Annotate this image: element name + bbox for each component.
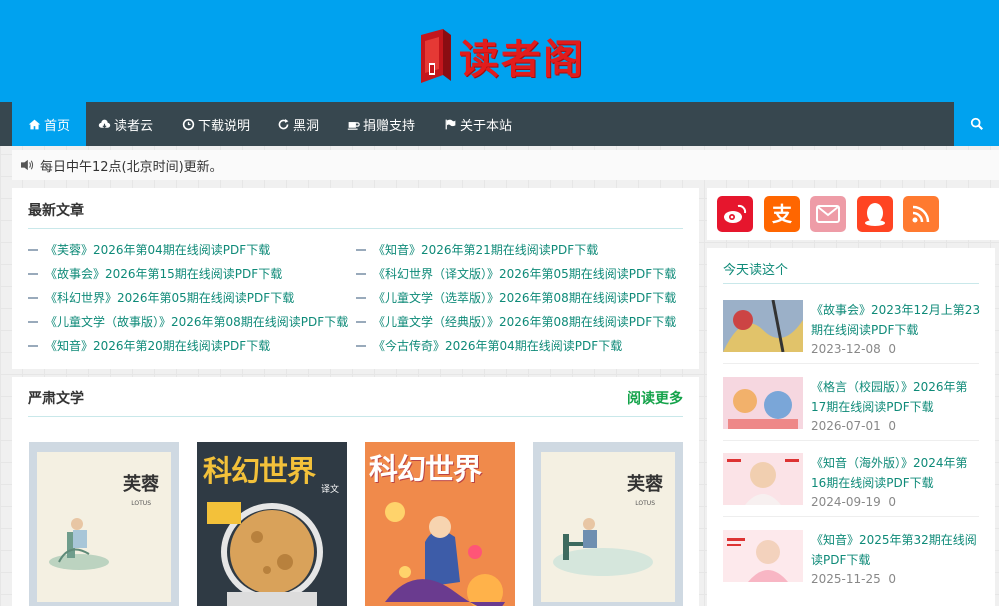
- qq-button[interactable]: [857, 196, 893, 232]
- article-link[interactable]: 《科幻世界（译文版）》2026年第05期在线阅读PDF下载: [356, 265, 676, 282]
- book-icon: [417, 29, 453, 83]
- notice-text: 每日中午12点(北京时间)更新。: [40, 159, 223, 175]
- nav-item-about[interactable]: 关于本站: [444, 102, 512, 146]
- divider: [723, 516, 979, 517]
- nav-item-label: 首页: [44, 118, 71, 134]
- article-link[interactable]: 《故事会》2026年第15期在线阅读PDF下载: [28, 265, 282, 282]
- article-link[interactable]: 《科幻世界》2026年第05期在线阅读PDF下载: [28, 289, 294, 306]
- weibo-icon: [724, 204, 747, 223]
- serious-literature-card: 严肃文学 阅读更多 芙蓉 LOTUS 科幻世界 译文 科幻世界 芙蓉 LOTUS: [12, 377, 699, 606]
- coffee-icon: [347, 121, 360, 130]
- qq-icon: [865, 203, 885, 226]
- nav-item-label: 黑洞: [293, 118, 320, 134]
- recommend-item[interactable]: 《故事会》2023年12月上第23期在线阅读PDF下载 2023-12-08 0: [723, 300, 981, 376]
- weibo-button[interactable]: [717, 196, 753, 232]
- alipay-button[interactable]: 支: [764, 196, 800, 232]
- home-icon: [28, 119, 41, 129]
- nav-item-donate[interactable]: 捐赠支持: [347, 102, 415, 146]
- recommend-thumbnail: [723, 377, 803, 429]
- nav-item-home[interactable]: 首页: [12, 102, 87, 146]
- article-link[interactable]: 《儿童文学（故事版）》2026年第08期在线阅读PDF下载: [28, 313, 348, 330]
- rss-icon: [912, 205, 930, 223]
- nav-item-label: 读者云: [114, 118, 154, 134]
- nav-item-cloud[interactable]: 读者云: [98, 102, 153, 146]
- divider: [28, 228, 683, 229]
- nav-item-label: 下载说明: [198, 118, 251, 134]
- recommend-meta: 2024-09-19 0: [811, 495, 897, 509]
- divider: [723, 283, 979, 284]
- recommend-thumbnail: [723, 300, 803, 352]
- cover-subtitle: LOTUS: [635, 500, 655, 507]
- alipay-icon: 支: [772, 202, 793, 226]
- today-read-card: 今天读这个 《故事会》2023年12月上第23期在线阅读PDF下载 2023-1…: [707, 248, 995, 606]
- today-read-title: 今天读这个: [723, 263, 789, 278]
- latest-articles-title: 最新文章: [28, 203, 84, 219]
- flag-icon: [445, 119, 456, 129]
- mail-icon: [816, 205, 840, 223]
- article-link[interactable]: 《知音》2026年第21期在线阅读PDF下载: [356, 241, 598, 258]
- clock-icon: [182, 118, 195, 130]
- search-icon: [970, 117, 983, 130]
- logo-text: 读者阁: [459, 36, 585, 83]
- article-link[interactable]: 《知音》2026年第20期在线阅读PDF下载: [28, 337, 270, 354]
- serious-literature-title: 严肃文学: [28, 391, 84, 407]
- recommend-meta: 2025-11-25 0: [811, 572, 897, 586]
- mail-button[interactable]: [810, 196, 846, 232]
- nav-item-label: 捐赠支持: [363, 118, 416, 134]
- article-link[interactable]: 《今古传奇》2026年第04期在线阅读PDF下载: [356, 337, 622, 354]
- speaker-icon: [21, 159, 34, 171]
- recommend-thumbnail: [723, 453, 803, 505]
- recommend-thumbnail: [723, 530, 803, 582]
- search-button[interactable]: [954, 102, 999, 146]
- divider: [28, 416, 683, 417]
- nav-item-blackhole[interactable]: 黑洞: [277, 102, 319, 146]
- recommend-item[interactable]: 《知音（海外版）》2024年第16期在线阅读PDF下载 2024-09-19 0: [723, 453, 979, 529]
- svg-text:支: 支: [772, 202, 793, 226]
- recommend-title: 《故事会》2023年12月上第23期在线阅读PDF下载: [811, 303, 981, 337]
- refresh-icon: [278, 118, 289, 129]
- recommend-item[interactable]: 《知音》2025年第32期在线阅读PDF下载 2025-11-25 0: [723, 530, 979, 606]
- rss-button[interactable]: [903, 196, 939, 232]
- notice-bar: 每日中午12点(北京时间)更新。: [12, 150, 999, 180]
- magazine-cover-furong[interactable]: 芙蓉 LOTUS: [29, 442, 179, 606]
- divider: [723, 440, 979, 441]
- site-header: 读者阁: [0, 0, 999, 102]
- recommend-meta: 2023-12-08 0: [811, 342, 897, 356]
- recommend-meta: 2026-07-01 0: [811, 419, 897, 433]
- cloud-download-icon: [98, 119, 111, 128]
- magazine-cover-kehuan[interactable]: 科幻世界: [365, 442, 515, 606]
- article-link[interactable]: 《芙蓉》2026年第04期在线阅读PDF下载: [28, 241, 270, 258]
- main-nav: 首页 读者云 下载说明 黑洞 捐赠支持 关于本站: [0, 102, 999, 146]
- magazine-cover-furong-2[interactable]: 芙蓉 LOTUS: [533, 442, 683, 606]
- nav-item-label: 关于本站: [460, 118, 513, 134]
- cover-title: 芙蓉: [123, 474, 159, 495]
- divider: [723, 363, 979, 364]
- cover-title: 芙蓉: [627, 474, 663, 495]
- article-link[interactable]: 《儿童文学（经典版）》2026年第08期在线阅读PDF下载: [356, 313, 676, 330]
- site-logo[interactable]: 读者阁: [417, 28, 585, 84]
- read-more-link[interactable]: 阅读更多: [627, 388, 683, 408]
- cover-subtitle: LOTUS: [131, 500, 151, 507]
- article-link[interactable]: 《儿童文学（选萃版）》2026年第08期在线阅读PDF下载: [356, 289, 676, 306]
- magazine-cover-kehuan-yiwen[interactable]: 科幻世界 译文: [197, 442, 347, 606]
- recommend-title: 《知音（海外版）》2024年第16期在线阅读PDF下载: [811, 456, 968, 490]
- nav-item-download-guide[interactable]: 下载说明: [182, 102, 250, 146]
- latest-articles-card: 最新文章 《芙蓉》2026年第04期在线阅读PDF下载 《故事会》2026年第1…: [12, 188, 699, 369]
- recommend-item[interactable]: 《格言（校园版）》2026年第17期在线阅读PDF下载 2026-07-01 0: [723, 377, 979, 453]
- recommend-title: 《格言（校园版）》2026年第17期在线阅读PDF下载: [811, 380, 968, 414]
- recommend-title: 《知音》2025年第32期在线阅读PDF下载: [811, 533, 977, 567]
